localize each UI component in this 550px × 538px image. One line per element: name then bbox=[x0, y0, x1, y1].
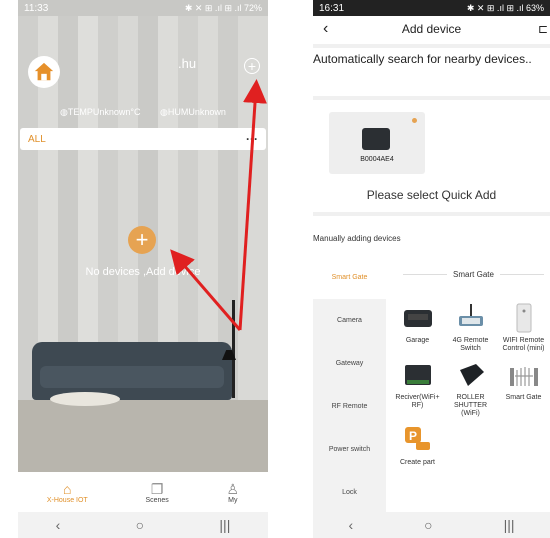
device-label: 4G Remote Switch bbox=[452, 337, 489, 352]
device-wifi-remote-mini[interactable]: WIFI Remote Control (mini) bbox=[497, 302, 550, 353]
quick-add-text: Please select Quick Add bbox=[366, 188, 497, 202]
status-time: 11:33 bbox=[24, 2, 49, 14]
section-header: Smart Gate bbox=[397, 270, 550, 279]
garage-controller-icon bbox=[402, 302, 434, 334]
device-garage[interactable]: Garage bbox=[391, 302, 444, 353]
found-device-card[interactable]: B0004AE4 bbox=[329, 112, 425, 174]
divider bbox=[313, 44, 550, 48]
right-phone-screen: 16:31 ✱ ✕ ⊞ .ıl ⊞ .ıl 63% ‹ Add device ⊏… bbox=[313, 0, 550, 538]
system-nav-bar: ‹ ○ ||| bbox=[18, 512, 268, 538]
status-icons: ✱ ✕ ⊞ .ıl ⊞ .ıl 63% bbox=[466, 2, 544, 13]
device-receiver[interactable]: Reciver(WiFi+ RF) bbox=[391, 359, 444, 418]
device-roller-shutter[interactable]: ROLLER SHUTTER (WiFi) bbox=[444, 359, 497, 418]
section-title: Smart Gate bbox=[453, 270, 494, 279]
device-label: ROLLER SHUTTER (WiFi) bbox=[453, 394, 488, 417]
wallpaper-lamp bbox=[232, 300, 235, 398]
remote-icon bbox=[508, 302, 540, 334]
found-device-id: B0004AE4 bbox=[360, 156, 394, 163]
wallpaper-table bbox=[50, 392, 120, 406]
add-device-icon[interactable]: + bbox=[244, 58, 260, 74]
wallpaper-floor bbox=[18, 400, 268, 472]
recents-icon[interactable]: ||| bbox=[219, 517, 230, 533]
roller-shutter-icon bbox=[455, 359, 487, 391]
nav-home-label: X-House IOT bbox=[46, 496, 88, 504]
device-label: Create part bbox=[399, 459, 436, 466]
bottom-nav: ⌂ X-House IOT ❐ Scenes ♙ My bbox=[18, 472, 268, 512]
app-logo[interactable] bbox=[28, 56, 60, 88]
home-button-icon[interactable]: ○ bbox=[136, 517, 144, 533]
device-grid: Garage 4G Remote Switch WIFI Remote Cont… bbox=[391, 302, 550, 467]
page-title: Add device bbox=[401, 22, 462, 36]
person-icon: ♙ bbox=[226, 480, 240, 497]
manual-add-label: Manually adding devices bbox=[313, 234, 401, 243]
add-device-button[interactable]: + bbox=[128, 226, 156, 254]
device-label: Garage bbox=[405, 337, 430, 344]
divider bbox=[313, 212, 550, 216]
group-tab-all[interactable]: ALL ··· bbox=[20, 128, 266, 150]
username: .hu bbox=[178, 56, 197, 71]
controller-icon bbox=[362, 128, 390, 150]
category-power-switch[interactable]: Power switch bbox=[313, 428, 386, 471]
new-dot-icon bbox=[412, 118, 417, 123]
divider bbox=[499, 274, 544, 275]
nav-my[interactable]: ♙ My bbox=[227, 481, 240, 504]
category-rf-remote[interactable]: RF Remote bbox=[313, 385, 386, 428]
empty-state-text: No devices ,Add device bbox=[85, 266, 201, 278]
status-bar: 11:33 ✱ ✕ ⊞ .ıl ⊞ .ıl 72% bbox=[18, 0, 268, 16]
nav-my-label: My bbox=[228, 496, 238, 504]
temperature-readout: ◍TEMPUnknown°C bbox=[60, 107, 141, 117]
4g-switch-icon bbox=[455, 302, 487, 334]
device-create-part[interactable]: P Create part bbox=[391, 424, 444, 467]
category-lock[interactable]: Lock bbox=[313, 471, 386, 514]
house-logo-icon bbox=[34, 62, 54, 81]
back-arrow-icon[interactable]: ‹ bbox=[323, 20, 328, 38]
recents-icon[interactable]: ||| bbox=[504, 517, 515, 533]
home-button-icon[interactable]: ○ bbox=[424, 517, 432, 533]
thermometer-icon: ◍ bbox=[60, 107, 68, 117]
status-icons: ✱ ✕ ⊞ .ıl ⊞ .ıl 72% bbox=[184, 2, 262, 13]
category-camera[interactable]: Camera bbox=[313, 299, 386, 342]
device-label: Smart Gate bbox=[505, 394, 542, 401]
more-icon[interactable]: ··· bbox=[246, 132, 258, 146]
scenes-icon: ❐ bbox=[150, 480, 164, 497]
divider bbox=[403, 274, 448, 275]
home-icon: ⌂ bbox=[63, 480, 72, 497]
status-bar: 16:31 ✱ ✕ ⊞ .ıl ⊞ .ıl 63% bbox=[313, 0, 550, 16]
gate-icon bbox=[508, 359, 540, 391]
humidity-readout: ◍HUMUnknown bbox=[160, 107, 226, 117]
back-icon[interactable]: ‹ bbox=[56, 517, 61, 533]
auto-search-text: Automatically search for nearby devices.… bbox=[313, 52, 532, 66]
device-smart-gate[interactable]: Smart Gate bbox=[497, 359, 550, 418]
nav-home[interactable]: ⌂ X-House IOT bbox=[47, 481, 88, 504]
status-time: 16:31 bbox=[319, 2, 345, 14]
nav-scenes-label: Scenes bbox=[145, 496, 169, 504]
back-icon[interactable]: ‹ bbox=[348, 517, 353, 533]
header: ‹ Add device ⊏ bbox=[313, 16, 550, 42]
receiver-icon bbox=[402, 359, 434, 391]
category-smart-gate[interactable]: Smart Gate bbox=[313, 256, 386, 299]
device-4g-remote-switch[interactable]: 4G Remote Switch bbox=[444, 302, 497, 353]
wallpaper-sofa bbox=[32, 342, 232, 400]
scan-icon[interactable]: ⊏ bbox=[538, 22, 548, 36]
svg-text:P: P bbox=[409, 429, 417, 443]
category-gateway[interactable]: Gateway bbox=[313, 342, 386, 385]
parking-icon: P bbox=[402, 424, 434, 456]
humidity-icon: ◍ bbox=[160, 107, 168, 117]
device-label: Reciver(WiFi+ RF) bbox=[395, 394, 440, 409]
divider bbox=[313, 96, 550, 100]
nav-scenes[interactable]: ❐ Scenes bbox=[145, 481, 168, 504]
system-nav-bar: ‹ ○ ||| bbox=[313, 512, 550, 538]
group-label: ALL bbox=[28, 133, 46, 145]
device-label: WIFI Remote Control (mini) bbox=[502, 337, 545, 352]
left-phone-screen: 11:33 ✱ ✕ ⊞ .ıl ⊞ .ıl 72% .hu + ◍TEMPUnk… bbox=[18, 0, 268, 538]
category-sidebar: Smart Gate Camera Gateway RF Remote Powe… bbox=[313, 256, 386, 512]
